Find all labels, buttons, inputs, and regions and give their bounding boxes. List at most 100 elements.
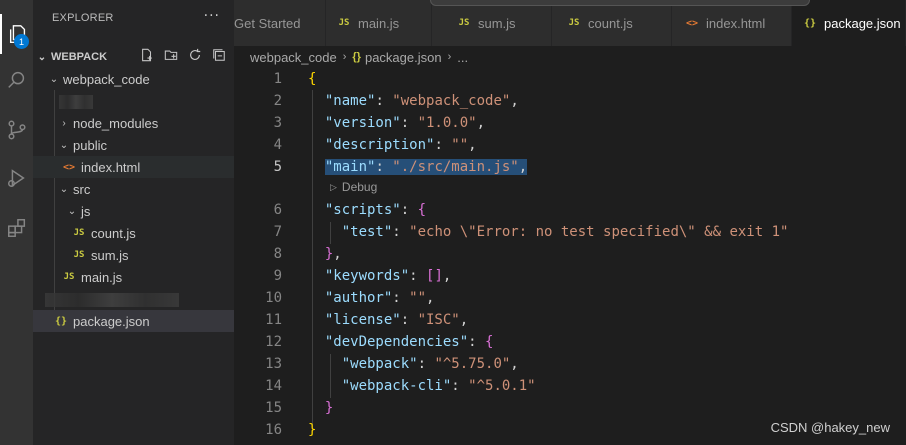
json-key: "webpack" [341, 356, 418, 372]
javascript-file-icon: JS [338, 18, 350, 28]
tab-label: package.json [824, 15, 901, 31]
new-file-icon[interactable] [138, 46, 156, 64]
code-editor[interactable]: 1 { 2 "name": "webpack_code", 3 "version… [234, 68, 906, 445]
bracket: [] [426, 268, 443, 284]
line-number: 9 [273, 268, 282, 284]
refresh-icon[interactable] [186, 46, 204, 64]
json-string: "" [451, 137, 469, 153]
json-string: "1.0.0" [417, 115, 477, 131]
more-actions-icon[interactable]: ··· [204, 8, 220, 24]
file-main-js[interactable]: JS main.js [33, 266, 234, 288]
json-file-icon: {} [55, 315, 68, 327]
activity-bar: 1 [0, 0, 33, 445]
tab-package-json[interactable]: {} package.json [792, 0, 906, 46]
javascript-file-icon: JS [568, 18, 580, 28]
json-string: "ISC" [417, 312, 460, 328]
tree-item-label: sum.js [91, 247, 129, 263]
command-center[interactable] [430, 0, 810, 6]
json-key: "license" [324, 312, 401, 328]
play-icon: ▷ [330, 181, 337, 192]
line-number: 15 [265, 400, 282, 416]
code-line: 8 }, [234, 243, 906, 265]
line-number: 8 [273, 246, 282, 262]
line-number: 3 [273, 115, 282, 131]
selection: "main": "./src/main.js", [324, 159, 528, 175]
json-key: "name" [324, 93, 376, 109]
breadcrumb-file[interactable]: package.json [365, 50, 442, 65]
json-string: "./src/main.js" [392, 159, 519, 175]
new-folder-icon[interactable] [162, 46, 180, 64]
json-key: "version" [324, 115, 401, 131]
code-line-current: 5 "main": "./src/main.js", [234, 156, 906, 178]
tree-item-label: js [81, 203, 91, 219]
json-key: "test" [341, 224, 393, 240]
folder-node-modules[interactable]: › node_modules [33, 112, 234, 134]
tab-sum-js[interactable]: JS sum.js [432, 0, 552, 46]
codelens-label: Debug [341, 180, 378, 194]
source-control-activity-button[interactable] [0, 110, 33, 150]
code-line: 6 "scripts": { [234, 199, 906, 221]
tree-item-label: public [73, 137, 107, 153]
run-debug-activity-button[interactable] [0, 158, 33, 198]
chevron-down-icon: ⌄ [49, 73, 59, 85]
folder-src[interactable]: ⌄ src [33, 178, 234, 200]
search-icon [7, 71, 24, 88]
brace: { [417, 202, 427, 218]
line-number: 6 [273, 202, 282, 218]
tab-label: index.html [706, 15, 766, 31]
chevron-down-icon: ⌄ [59, 139, 69, 151]
tab-count-js[interactable]: JS count.js [552, 0, 672, 46]
breadcrumb-folder[interactable]: webpack_code [250, 50, 337, 65]
code-line: 13 "webpack": "^5.75.0", [234, 353, 906, 375]
html-file-icon: <> [63, 161, 76, 173]
brace: } [308, 422, 317, 438]
tab-label: sum.js [478, 15, 516, 31]
tree-item-label: count.js [91, 225, 136, 241]
file-index-html[interactable]: <> index.html [33, 156, 234, 178]
json-string: "webpack_code" [392, 93, 511, 109]
code-line: 14 "webpack-cli": "^5.0.1" [234, 375, 906, 397]
code-line: 12 "devDependencies": { [234, 331, 906, 353]
folder-webpack-code[interactable]: ⌄ webpack_code [33, 68, 234, 90]
search-activity-button[interactable] [0, 60, 33, 100]
workspace-name: WEBPACK [51, 51, 108, 63]
folder-public[interactable]: ⌄ public [33, 134, 234, 156]
tree-item-label: main.js [81, 269, 123, 285]
code-line: 2 "name": "webpack_code", [234, 90, 906, 112]
watermark: CSDN @hakey_new [770, 420, 890, 435]
line-number: 16 [265, 422, 282, 438]
debug-codelens[interactable]: ▷ Debug [330, 178, 377, 196]
json-file-icon: {} [352, 51, 361, 63]
chevron-right-icon: › [342, 51, 347, 63]
json-key: "scripts" [324, 202, 401, 218]
code-line: 4 "description": "", [234, 134, 906, 156]
collapse-all-icon[interactable] [210, 46, 228, 64]
tree-item-label: node_modules [73, 115, 159, 131]
json-file-icon: {} [804, 17, 817, 29]
code-line: 9 "keywords": [], [234, 265, 906, 287]
extensions-activity-button[interactable] [0, 208, 33, 248]
explorer-sidebar: EXPLORER ··· ⌄ WEBPACK ⌄ webpack_code › … [33, 0, 234, 445]
file-package-json[interactable]: {} package.json [33, 310, 234, 332]
breadcrumb-symbol[interactable]: ... [457, 50, 468, 65]
file-count-js[interactable]: JS count.js [33, 222, 234, 244]
brace: { [308, 71, 317, 87]
chevron-down-icon: ⌄ [59, 183, 69, 195]
line-number: 13 [265, 356, 282, 372]
tab-label: main.js [358, 15, 400, 31]
tab-index-html[interactable]: <> index.html [672, 0, 792, 46]
line-number: 7 [273, 224, 282, 240]
code-line: 15 } [234, 397, 906, 419]
folder-js[interactable]: ⌄ js [33, 200, 234, 222]
html-file-icon: <> [686, 17, 699, 29]
file-sum-js[interactable]: JS sum.js [33, 244, 234, 266]
explorer-activity-button[interactable]: 1 [0, 14, 33, 54]
line-number: 4 [273, 137, 282, 153]
tree-item-label: package.json [73, 313, 150, 329]
brace: { [485, 334, 494, 350]
run-debug-icon [7, 169, 25, 187]
tab-get-started[interactable]: Get Started [234, 0, 326, 46]
blurred-item [45, 293, 179, 307]
javascript-file-icon: JS [73, 250, 85, 260]
tab-main-js[interactable]: JS main.js [326, 0, 432, 46]
